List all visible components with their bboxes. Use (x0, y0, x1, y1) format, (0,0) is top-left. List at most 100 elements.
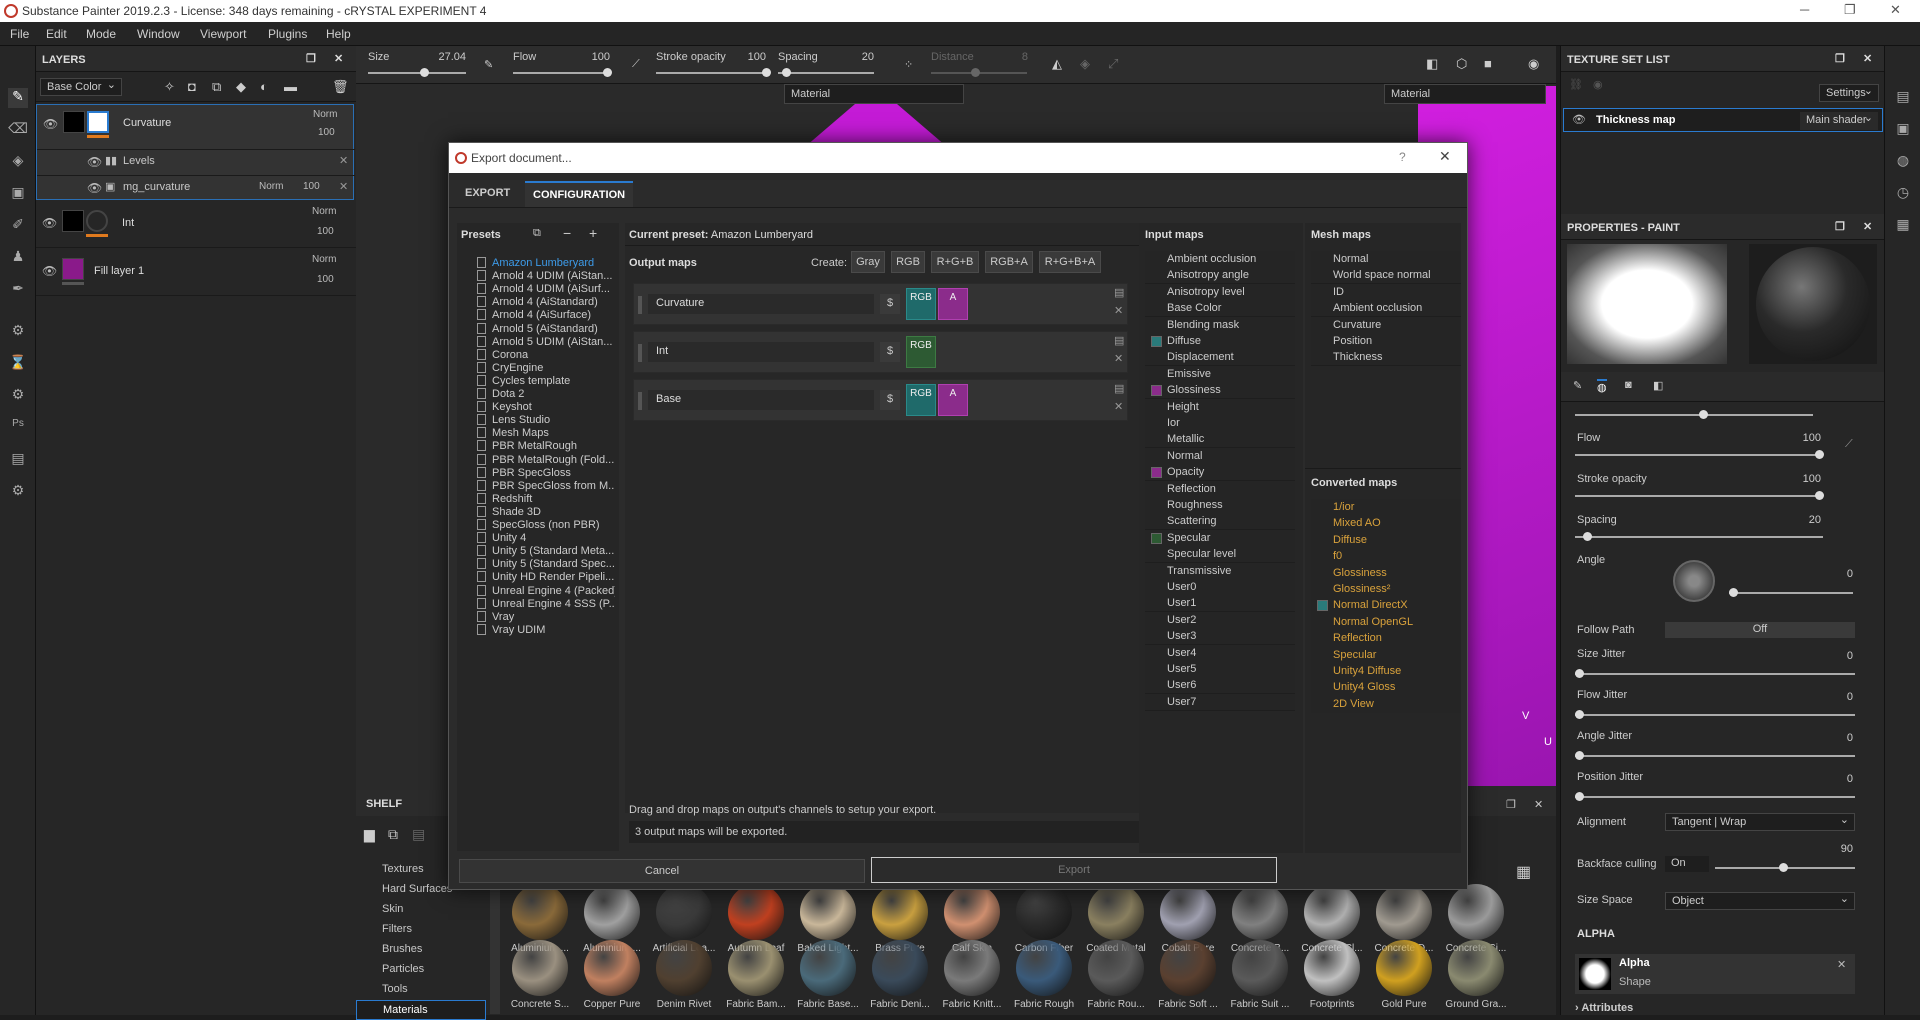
converted-map-item[interactable]: Glossiness² (1311, 581, 1461, 598)
align-icon[interactable]: ⤢ (1108, 56, 1118, 72)
angle-dial[interactable] (1673, 560, 1715, 602)
alpha-slot[interactable]: Alpha Shape ✕ (1575, 954, 1855, 994)
add-mask-icon[interactable]: ◘ (188, 79, 196, 94)
add-layer-icon[interactable]: ⧉ (212, 79, 221, 95)
texture-set-icon[interactable]: ▤ (1893, 88, 1913, 108)
input-map-item[interactable]: User4 (1145, 644, 1295, 662)
size-jitter-slider[interactable] (1575, 669, 1855, 678)
output-map-base[interactable]: Base $ RGB A ▤ ✕ (633, 379, 1128, 421)
preset-item[interactable]: PBR MetalRough (Fold... (477, 453, 615, 466)
input-map-item[interactable]: Anisotropy level (1145, 283, 1295, 301)
backface-slider[interactable] (1715, 863, 1855, 872)
add-fill-layer-icon[interactable]: ◆ (236, 79, 246, 95)
duplicate-preset-icon[interactable]: ⧉ (533, 227, 541, 240)
preset-item[interactable]: CryEngine (477, 361, 615, 374)
tab-configuration[interactable]: CONFIGURATION (525, 181, 634, 207)
stroke-opacity-value[interactable]: 100 (1781, 473, 1821, 485)
layer-opacity[interactable]: 100 (317, 274, 334, 285)
material-item[interactable]: Fabric Bam... (724, 940, 788, 1010)
viewport-3d-mode-dropdown[interactable]: Material (1384, 84, 1546, 104)
visibility-eye-icon[interactable]: 👁 (87, 181, 102, 195)
converted-map-item[interactable]: 1/ior (1311, 499, 1461, 516)
preset-item[interactable]: Unreal Engine 4 (Packed) (477, 584, 615, 597)
layer-opacity[interactable]: 100 (318, 127, 335, 138)
preset-item[interactable]: Corona (477, 348, 615, 361)
remove-effect-icon[interactable]: ✕ (339, 154, 348, 167)
channel-dropdown[interactable]: Base Color (40, 78, 122, 96)
category-materials[interactable]: Materials (356, 1000, 486, 1020)
import-icon[interactable]: ▤ (412, 826, 425, 843)
gear-icon[interactable]: ⚙ (8, 482, 28, 502)
input-map-item[interactable]: Normal (1145, 447, 1295, 465)
flow-value[interactable]: 100 (570, 51, 610, 63)
drag-handle-icon[interactable] (638, 392, 642, 410)
screenshot-icon[interactable]: ◉ (1528, 56, 1539, 72)
minimize-icon[interactable]: ─ (1800, 2, 1809, 17)
input-map-item[interactable]: Roughness (1145, 497, 1295, 514)
input-map-item[interactable]: Displacement (1145, 349, 1295, 367)
converted-map-item[interactable]: Mixed AO (1311, 515, 1461, 533)
input-map-item[interactable]: User3 (1145, 628, 1295, 646)
drag-handle-icon[interactable] (638, 344, 642, 362)
preset-item[interactable]: Unreal Engine 4 SSS (P... (477, 597, 615, 610)
preset-item[interactable]: Redshift (477, 492, 615, 505)
angle-jitter-value[interactable]: 0 (1813, 732, 1853, 744)
follow-path-toggle[interactable]: Off (1665, 622, 1855, 638)
position-jitter-slider[interactable] (1575, 792, 1855, 801)
layer-curvature-group[interactable]: 👁 Curvature Norm 100 👁 ▮▮ Levels ✕ 👁 ▣ m… (36, 104, 355, 200)
remove-map-icon[interactable]: ✕ (1114, 304, 1123, 317)
converted-map-item[interactable]: Normal OpenGL (1311, 613, 1461, 631)
preset-item[interactable]: PBR SpecGloss from M... (477, 479, 615, 492)
input-map-item[interactable]: Blending mask (1145, 316, 1295, 334)
category-skin[interactable]: Skin (356, 900, 486, 920)
channel-rgb[interactable]: RGB (906, 336, 936, 368)
menu-window[interactable]: Window (137, 27, 180, 41)
plugin-icon[interactable]: ⚙ (8, 386, 28, 406)
converted-map-item[interactable]: Unity4 Diffuse (1311, 663, 1461, 680)
input-map-item[interactable]: User7 (1145, 693, 1295, 711)
alignment-dropdown[interactable]: Tangent | Wrap (1665, 813, 1855, 831)
preset-item[interactable]: Arnold 5 (AiStandard) (477, 322, 615, 335)
preset-item[interactable]: Dota 2 (477, 388, 615, 400)
blend-mode[interactable]: Norm (312, 254, 336, 265)
angle-slider[interactable] (1729, 588, 1853, 597)
preset-item[interactable]: Unity 5 (Standard Meta... (477, 545, 615, 557)
menu-edit[interactable]: Edit (46, 27, 67, 41)
visibility-eye-icon[interactable]: 👁 (43, 117, 58, 131)
preset-item[interactable]: Cycles template (477, 374, 615, 387)
category-brushes[interactable]: Brushes (356, 940, 486, 960)
flow-slider[interactable] (513, 68, 612, 77)
position-jitter-value[interactable]: 0 (1813, 773, 1853, 785)
category-particles[interactable]: Particles (356, 960, 486, 980)
camera-icon[interactable]: ■ (1484, 56, 1492, 71)
input-map-item[interactable]: Emissive (1145, 365, 1295, 383)
preset-item[interactable]: PBR MetalRough (477, 440, 615, 452)
preset-item[interactable]: Unity HD Render Pipeli... (477, 571, 615, 583)
layer-name[interactable]: Int (122, 217, 134, 229)
display-settings-icon[interactable]: ▣ (1893, 120, 1913, 140)
preset-item[interactable]: Arnold 4 UDIM (AiStan... (477, 270, 615, 282)
dollar-button[interactable]: $ (880, 294, 900, 314)
mesh-map-item[interactable]: World space normal (1311, 267, 1461, 285)
preset-item[interactable]: Unity 5 (Standard Spec... (477, 558, 615, 570)
add-effect-icon[interactable]: ✧ (164, 79, 175, 95)
flow-jitter-value[interactable]: 0 (1813, 691, 1853, 703)
category-tools[interactable]: Tools (356, 980, 486, 1000)
input-map-item[interactable]: Scattering (1145, 513, 1295, 531)
stroke-opacity-slider[interactable] (1575, 491, 1824, 500)
visibility-eye-icon[interactable]: 👁 (42, 264, 57, 278)
stroke-opacity-value[interactable]: 100 (726, 51, 766, 63)
mesh-map-item[interactable]: Ambient occlusion (1311, 300, 1461, 318)
converted-map-item[interactable]: 2D View (1311, 695, 1461, 713)
converted-map-item[interactable]: Reflection (1311, 630, 1461, 648)
attributes-section[interactable]: › Attributes (1575, 1002, 1633, 1014)
float-panel-icon[interactable]: ❐ (306, 52, 316, 65)
material-item[interactable]: Fabric Knitt... (940, 940, 1004, 1010)
spacing-value[interactable]: 20 (1781, 514, 1821, 526)
close-panel-icon[interactable]: ✕ (1534, 798, 1543, 811)
mask-thumbnail[interactable] (86, 210, 108, 232)
export-icon[interactable]: ▤ (8, 450, 28, 470)
menu-mode[interactable]: Mode (86, 27, 116, 41)
material-item[interactable]: Fabric Rough (1012, 940, 1076, 1010)
cancel-button[interactable]: Cancel (459, 859, 865, 883)
